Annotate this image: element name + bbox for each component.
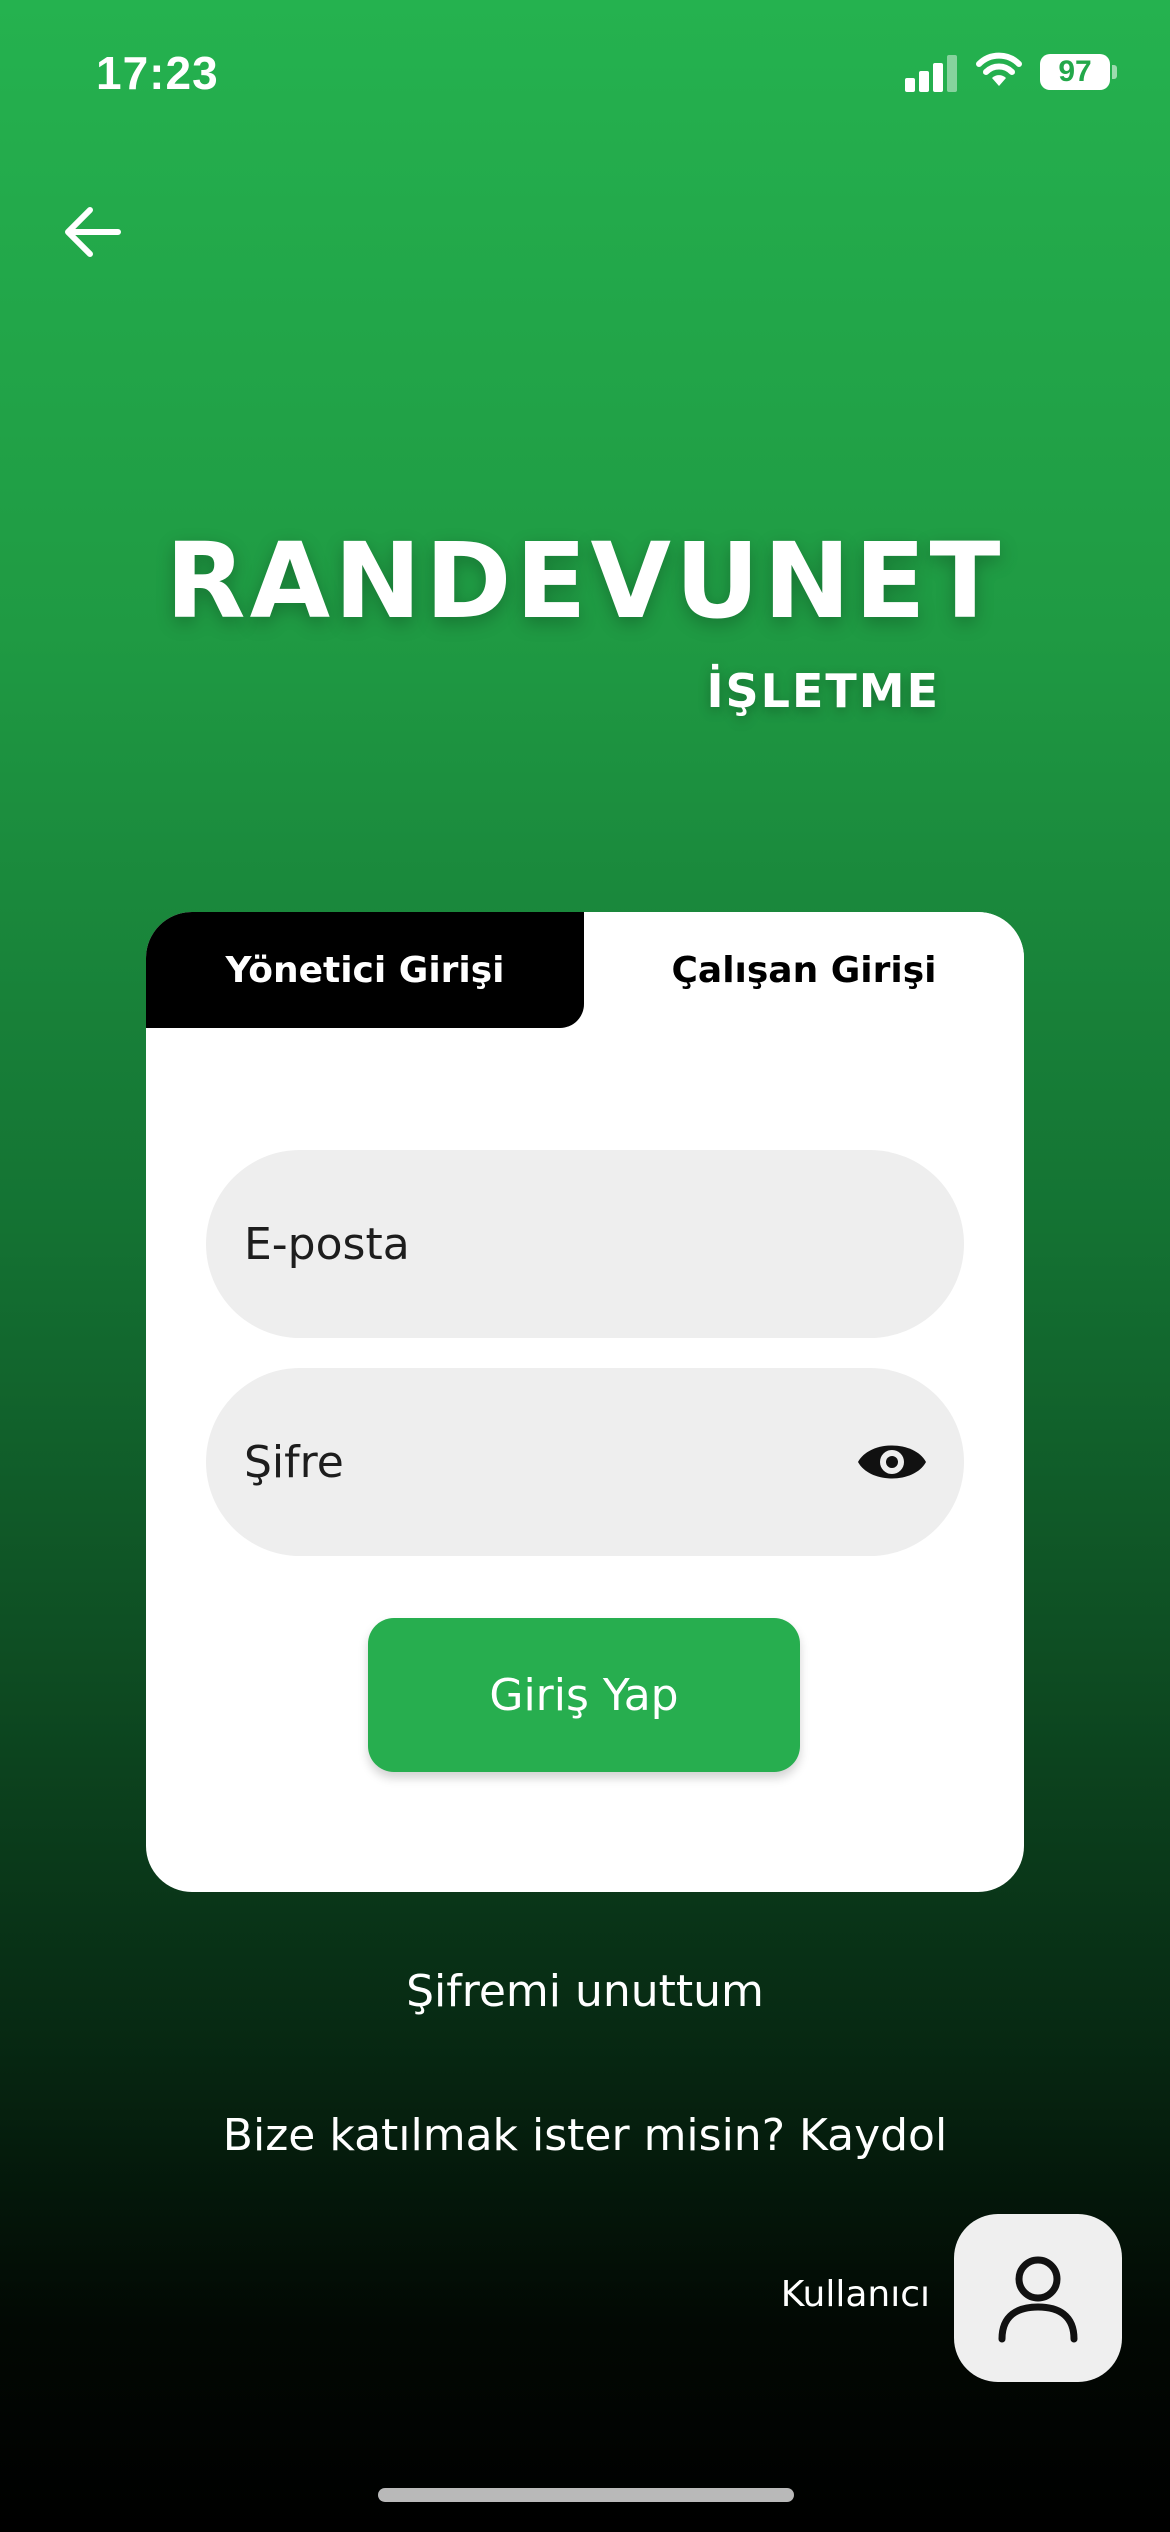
brand-title: RANDEVUNET xyxy=(165,520,1005,642)
forgot-password-link[interactable]: Şifremi unuttum xyxy=(0,1966,1170,2017)
user-mode-label: Kullanıcı xyxy=(780,2274,930,2315)
tab-admin-login[interactable]: Yönetici Girişi xyxy=(146,912,584,1028)
back-button[interactable] xyxy=(52,192,132,272)
user-mode-button[interactable] xyxy=(954,2214,1122,2382)
person-icon xyxy=(998,2256,1078,2343)
signup-link[interactable]: Bize katılmak ister misin? Kaydol xyxy=(223,2110,947,2161)
password-placeholder: Şifre xyxy=(244,1436,344,1488)
login-card: Yönetici Girişi Çalışan Girişi E-posta Ş… xyxy=(146,912,1024,1892)
email-field[interactable]: E-posta xyxy=(206,1150,964,1338)
signup-prompt: Bize katılmak ister misin? Kaydol xyxy=(0,2110,1170,2161)
status-bar: 17:23 97 xyxy=(0,0,1170,150)
password-field[interactable]: Şifre xyxy=(206,1368,964,1556)
battery-tip xyxy=(1112,65,1117,79)
home-indicator xyxy=(378,2488,794,2502)
cellular-signal-icon xyxy=(905,52,957,92)
wifi-icon xyxy=(976,52,1022,86)
arrow-left-icon xyxy=(65,207,121,257)
email-placeholder: E-posta xyxy=(244,1218,410,1270)
brand-subtitle: İŞLETME xyxy=(706,664,940,718)
tab-employee-login[interactable]: Çalışan Girişi xyxy=(584,912,1024,1028)
login-submit-button[interactable]: Giriş Yap xyxy=(368,1618,800,1772)
eye-icon[interactable] xyxy=(856,1432,928,1492)
status-time: 17:23 xyxy=(96,47,219,99)
battery-indicator: 97 xyxy=(1040,54,1110,90)
